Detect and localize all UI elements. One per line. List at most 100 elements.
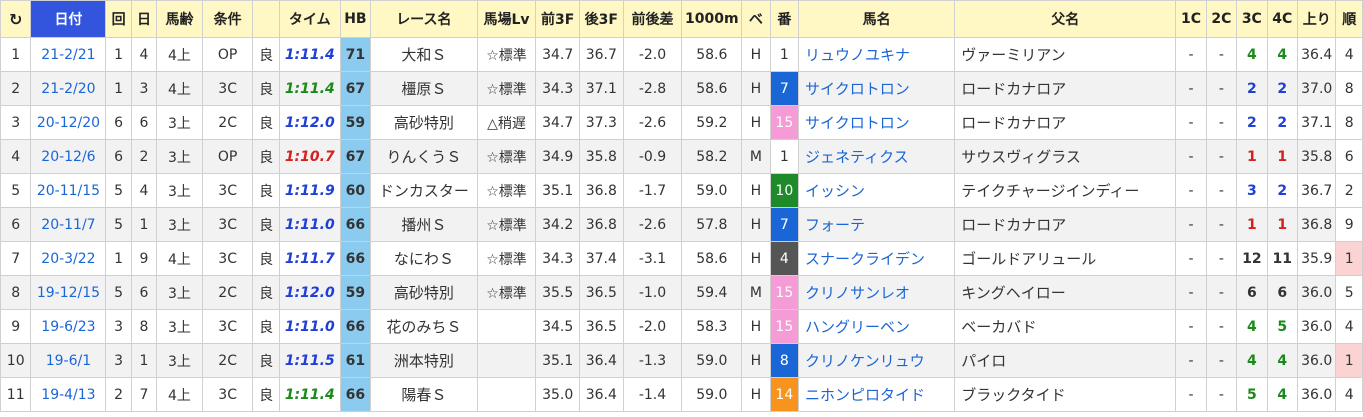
race-name: りんくうＳ (370, 139, 478, 174)
col-kai[interactable]: 回 (105, 0, 132, 38)
hb-cell: 59 (339, 105, 372, 140)
c2-cell: - (1205, 173, 1238, 208)
gate-number: 1 (769, 37, 800, 72)
be-cell: H (741, 343, 771, 378)
time-cell: 1:11.0 (278, 309, 341, 344)
c4-cell: 1 (1266, 139, 1298, 174)
col-3c[interactable]: 3C (1236, 0, 1268, 38)
c1-cell: - (1175, 207, 1207, 242)
agari-cell: 36.0 (1296, 275, 1337, 310)
col-race[interactable]: レース名 (370, 0, 478, 38)
col-2c[interactable]: 2C (1205, 0, 1238, 38)
horse-name-link[interactable]: リュウノユキナ (798, 37, 956, 72)
age-cell: 3上 (156, 173, 203, 208)
col-horse[interactable]: 馬名 (798, 0, 956, 38)
c3-cell: 3 (1236, 173, 1268, 208)
l3-cell: 37.3 (579, 105, 624, 140)
cond-cell: 2C (201, 275, 254, 310)
race-name: ドンカスター (370, 173, 478, 208)
gate-number: 8 (769, 343, 800, 378)
l3-cell: 36.4 (579, 377, 624, 412)
c4-cell: 2 (1266, 173, 1298, 208)
col-hb[interactable]: HB (339, 0, 372, 38)
horse-name-link[interactable]: ジェネティクス (798, 139, 956, 174)
date-link[interactable]: 20-12/6 (30, 139, 107, 174)
table-row: 3 20-12/20 6 6 3上 2C 良 1:12.0 59 高砂特別 △稍遅 34.7 37.3-… (0, 105, 1363, 140)
col-l3[interactable]: 後3F (579, 0, 624, 38)
col-f3[interactable]: 前3F (535, 0, 580, 38)
horse-name-link[interactable]: フォーテ (798, 207, 956, 242)
col-diff[interactable]: 前後差 (622, 0, 683, 38)
horse-name-link[interactable]: サイクロトロン (798, 105, 956, 140)
date-link[interactable]: 20-11/15 (30, 173, 107, 208)
c3-cell: 5 (1236, 377, 1268, 412)
horse-name-link[interactable]: スナークライデン (798, 241, 956, 276)
col-time[interactable]: タイム (278, 0, 341, 38)
finish-position: 5 (1335, 275, 1363, 310)
c2-cell: - (1205, 139, 1238, 174)
sire-name: ヴァーミリアン (954, 37, 1177, 72)
race-name: 高砂特別 (370, 275, 478, 310)
col-1c[interactable]: 1C (1175, 0, 1207, 38)
c1-cell: - (1175, 343, 1207, 378)
going-cell: 良 (252, 343, 280, 378)
col-sire[interactable]: 父名 (954, 0, 1177, 38)
nichi-cell: 6 (130, 105, 158, 140)
nichi-cell: 7 (130, 377, 158, 412)
c3-cell: 1 (1236, 139, 1268, 174)
col-baba[interactable]: 馬場Lv (476, 0, 537, 38)
m1000-cell: 59.0 (681, 343, 743, 378)
c2-cell: - (1205, 71, 1238, 106)
col-jun[interactable]: 順 (1335, 0, 1363, 38)
horse-name-link[interactable]: ハングリーベン (798, 309, 956, 344)
col-age[interactable]: 馬齢 (156, 0, 203, 38)
date-link[interactable]: 19-12/15 (30, 275, 107, 310)
col-nichi[interactable]: 日 (130, 0, 158, 38)
gate-number: 14 (769, 377, 800, 412)
date-link[interactable]: 20-11/7 (30, 207, 107, 242)
agari-cell: 35.9 (1296, 241, 1337, 276)
c3-cell: 4 (1236, 37, 1268, 72)
horse-name-link[interactable]: イッシン (798, 173, 956, 208)
date-link[interactable]: 20-12/20 (30, 105, 107, 140)
baba-cell (476, 309, 537, 344)
time-cell: 1:12.0 (278, 105, 341, 140)
date-link[interactable]: 19-4/13 (30, 377, 107, 412)
agari-cell: 36.8 (1296, 207, 1337, 242)
age-cell: 3上 (156, 275, 203, 310)
horse-name-link[interactable]: クリノサンレオ (798, 275, 956, 310)
race-name: なにわＳ (370, 241, 478, 276)
col-4c[interactable]: 4C (1266, 0, 1298, 38)
horse-name-link[interactable]: ニホンピロタイド (798, 377, 956, 412)
l3-cell: 36.8 (579, 207, 624, 242)
gate-number: 4 (769, 241, 800, 276)
table-row: 5 20-11/15 5 4 3上 3C 良 1:11.9 60 ドンカスター ☆標準 35.1 36.… (0, 173, 1363, 208)
col-1000m[interactable]: 1000m (681, 0, 743, 38)
baba-cell: ☆標準 (476, 139, 537, 174)
sire-name: ロードカナロア (954, 207, 1177, 242)
race-name: 大和Ｓ (370, 37, 478, 72)
date-link[interactable]: 19-6/1 (30, 343, 107, 378)
col-ban[interactable]: 番 (769, 0, 800, 38)
date-link[interactable]: 19-6/23 (30, 309, 107, 344)
date-link[interactable]: 20-3/22 (30, 241, 107, 276)
horse-name-link[interactable]: サイクロトロン (798, 71, 956, 106)
col-cond[interactable]: 条件 (201, 0, 254, 38)
going-cell: 良 (252, 275, 280, 310)
c2-cell: - (1205, 37, 1238, 72)
horse-name-link[interactable]: クリノケンリュウ (798, 343, 956, 378)
be-cell: H (741, 241, 771, 276)
finish-position: 4 (1335, 377, 1363, 412)
reload-icon: ↻ (9, 9, 23, 29)
col-agari[interactable]: 上り (1296, 0, 1337, 38)
nichi-cell: 4 (130, 173, 158, 208)
reload-button[interactable]: ↻ (0, 0, 32, 38)
date-link[interactable]: 21-2/20 (30, 71, 107, 106)
date-link[interactable]: 21-2/21 (30, 37, 107, 72)
nichi-cell: 6 (130, 275, 158, 310)
f3-cell: 34.7 (535, 105, 580, 140)
cond-cell: 3C (201, 207, 254, 242)
col-date[interactable]: 日付 (30, 0, 107, 38)
col-be[interactable]: ベ (741, 0, 771, 38)
sire-name: ベーカバド (954, 309, 1177, 344)
